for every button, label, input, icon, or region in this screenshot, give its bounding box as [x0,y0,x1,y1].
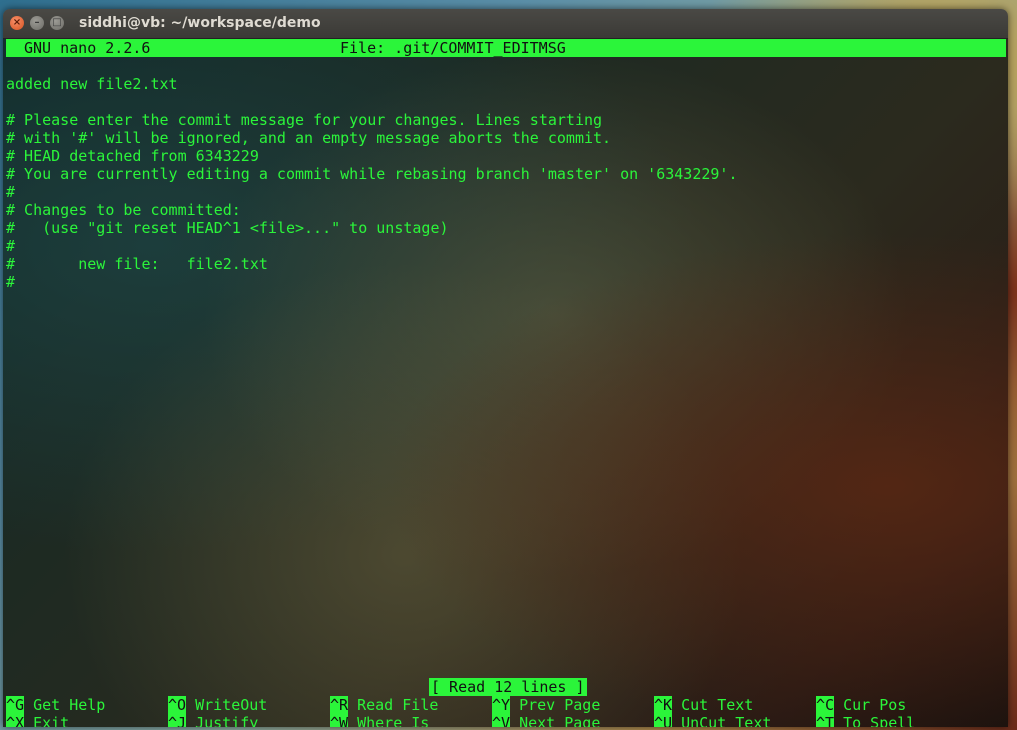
shortcut-next-page[interactable]: ^V Next Page [492,714,600,727]
shortcut-key: ^K [654,696,673,714]
shortcut-key: ^R [330,696,349,714]
shortcut-label: Prev Page [519,696,601,714]
shortcut-exit[interactable]: ^X Exit [6,714,69,727]
shortcut-key: ^V [492,714,511,727]
shortcut-label: Justify [195,714,259,727]
editor-line[interactable]: # [6,183,15,201]
close-icon[interactable]: × [10,16,24,30]
shortcut-label: UnCut Text [681,714,772,727]
shortcut-key: ^T [816,714,835,727]
editor-line[interactable]: # Changes to be committed: [6,201,241,219]
editor-line[interactable]: # new file: file2.txt [6,255,268,273]
shortcut-get-help[interactable]: ^G Get Help [6,696,105,714]
terminal-window: × – □ siddhi@vb: ~/workspace/demo GNU na… [3,9,1008,727]
shortcut-where-is[interactable]: ^W Where Is [330,714,429,727]
shortcut-key: ^O [168,696,187,714]
shortcut-label: Cur Pos [843,696,907,714]
editor-line[interactable]: # You are currently editing a commit whi… [6,165,738,183]
editor-line[interactable]: # with '#' will be ignored, and an empty… [6,129,611,147]
shortcut-cur-pos[interactable]: ^C Cur Pos [816,696,906,714]
shortcut-label: Read File [357,696,439,714]
nano-editor[interactable]: GNU nano 2.2.6 File: .git/COMMIT_EDITMSG… [3,39,1008,727]
shortcut-key: ^Y [492,696,511,714]
title-bar[interactable]: × – □ siddhi@vb: ~/workspace/demo [3,9,1008,39]
shortcut-uncut-text[interactable]: ^U UnCut Text [654,714,771,727]
shortcut-key: ^C [816,696,835,714]
shortcut-key: ^J [168,714,187,727]
shortcut-justify[interactable]: ^J Justify [168,714,258,727]
shortcut-label: To Spell [843,714,916,727]
editor-line[interactable]: # [6,273,15,291]
nano-header: GNU nano 2.2.6 File: .git/COMMIT_EDITMSG [6,39,1006,57]
editor-line[interactable]: # (use "git reset HEAD^1 <file>..." to u… [6,219,449,237]
window-title: siddhi@vb: ~/workspace/demo [79,15,321,31]
shortcut-label: WriteOut [195,696,268,714]
shortcut-key: ^W [330,714,349,727]
editor-line[interactable]: # [6,237,15,255]
shortcut-prev-page[interactable]: ^Y Prev Page [492,696,600,714]
shortcut-label: Exit [33,714,70,727]
maximize-icon[interactable]: □ [50,16,64,30]
minimize-icon[interactable]: – [30,16,44,30]
shortcut-key: ^X [6,714,25,727]
editor-line[interactable]: # HEAD detached from 6343229 [6,147,259,165]
shortcut-label: Next Page [519,714,601,727]
shortcut-label: Cut Text [681,696,754,714]
editor-line[interactable]: added new file2.txt [6,75,178,93]
shortcut-key: ^U [654,714,673,727]
shortcut-read-file[interactable]: ^R Read File [330,696,438,714]
shortcut-to-spell[interactable]: ^T To Spell [816,714,915,727]
shortcut-writeout[interactable]: ^O WriteOut [168,696,267,714]
editor-line[interactable]: # Please enter the commit message for yo… [6,111,602,129]
shortcut-key: ^G [6,696,25,714]
shortcut-cut-text[interactable]: ^K Cut Text [654,696,753,714]
shortcut-label: Where Is [357,714,430,727]
status-message: [ Read 12 lines ] [429,678,587,696]
nano-filename: File: .git/COMMIT_EDITMSG [340,39,566,57]
nano-version: GNU nano 2.2.6 [24,39,151,57]
shortcut-label: Get Help [33,696,106,714]
